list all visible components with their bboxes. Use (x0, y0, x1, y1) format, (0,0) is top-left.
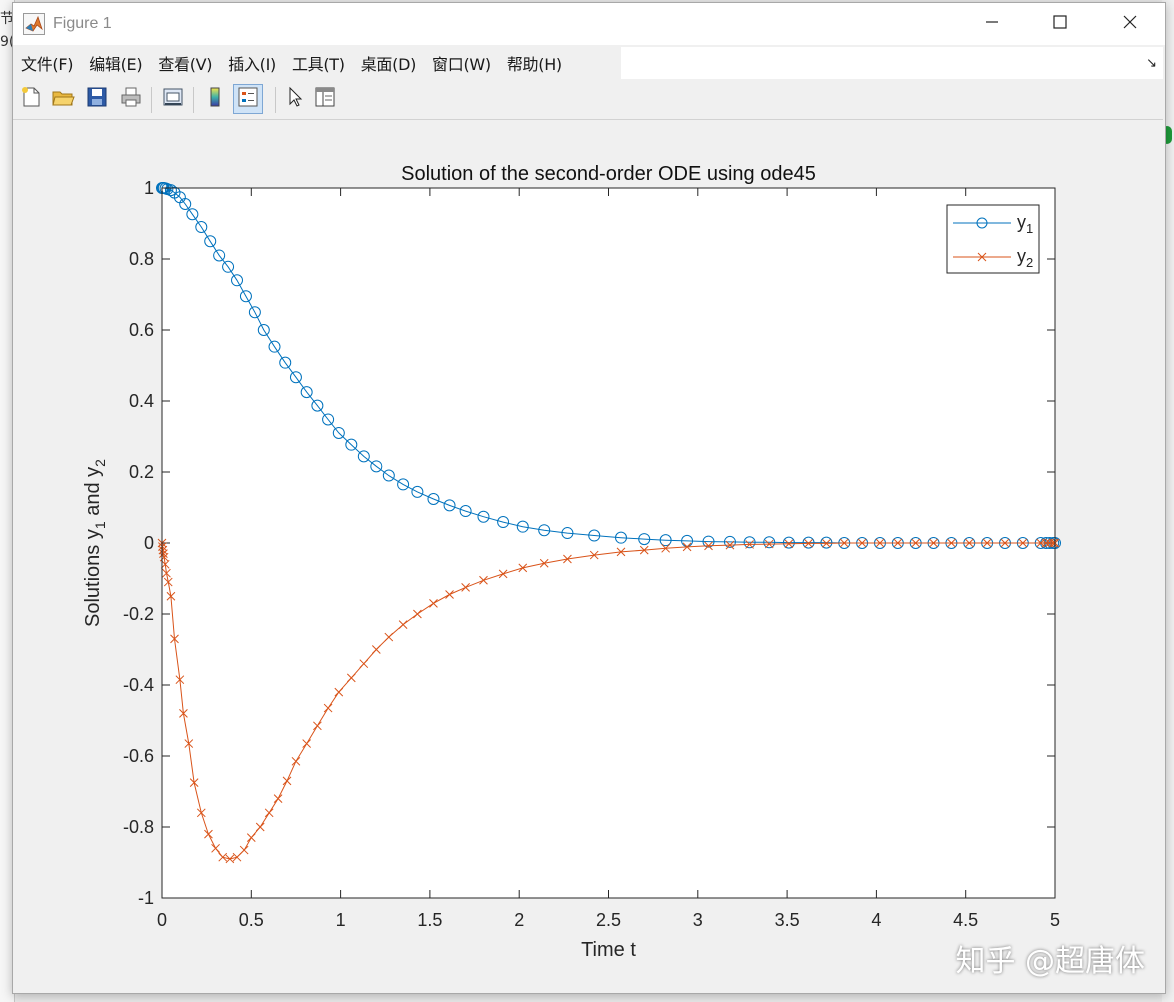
x-tick-label: 0 (157, 910, 167, 930)
edit-plot-arrow-icon (283, 85, 307, 113)
y-tick-label: -0.4 (123, 675, 154, 695)
y-tick-label: 0.4 (129, 391, 154, 411)
x-tick-label: 2.5 (596, 910, 621, 930)
open-file-icon (51, 85, 75, 113)
menu-help[interactable]: 帮助(H) (499, 51, 570, 75)
colorbar-button[interactable] (201, 85, 229, 113)
menu-file[interactable]: 文件(F) (13, 51, 81, 75)
legend-label-base: y (1017, 246, 1026, 266)
legend-label-base: y (1017, 212, 1026, 232)
figure-window: Figure 1 文件(F) 编辑(E) 查看(V) 插入(I) 工具(T) 桌… (12, 2, 1166, 994)
minimize-button[interactable] (957, 3, 1027, 45)
menu-tools[interactable]: 工具(T) (284, 51, 353, 75)
toolbar-separator (275, 87, 276, 113)
menu-edit[interactable]: 编辑(E) (81, 51, 150, 75)
x-tick-label: 3 (693, 910, 703, 930)
toolbar (13, 81, 1163, 120)
menu-insert[interactable]: 插入(I) (220, 51, 284, 75)
title-bar[interactable]: Figure 1 (13, 3, 1165, 45)
menu-view[interactable]: 查看(V) (150, 51, 220, 75)
legend-label-sub: 1 (1026, 221, 1033, 236)
y-axis-label-part: Solutions y (82, 529, 104, 627)
maximize-button[interactable] (1025, 3, 1095, 45)
x-tick-label: 4 (871, 910, 881, 930)
legend-icon (236, 85, 260, 113)
matlab-icon (23, 13, 45, 35)
window-title: Figure 1 (53, 15, 112, 32)
save-button[interactable] (83, 85, 111, 113)
y-axis-label-subscript: 1 (92, 521, 108, 529)
y-tick-label: -0.8 (123, 817, 154, 837)
chart-title: Solution of the second-order ODE using o… (401, 163, 816, 185)
close-icon (1122, 14, 1138, 34)
y-tick-label: -0.6 (123, 746, 154, 766)
y-tick-label: 0.6 (129, 320, 154, 340)
save-icon (85, 85, 109, 113)
x-tick-label: 2 (514, 910, 524, 930)
property-inspector-icon (313, 85, 337, 113)
x-tick-label: 5 (1050, 910, 1060, 930)
edit-plot-button[interactable] (281, 85, 309, 113)
y-tick-label: -1 (138, 888, 154, 908)
toolbar-separator (151, 87, 152, 113)
watermark: 知乎 @超唐体 (955, 944, 1145, 979)
property-inspector-button[interactable] (311, 85, 339, 113)
y-tick-label: 0.8 (129, 249, 154, 269)
new-figure-icon (19, 85, 43, 113)
new-figure-button[interactable] (17, 85, 45, 113)
colorbar-icon (203, 85, 227, 113)
figure-canvas[interactable]: 0 0.5 1 1.5 2 2.5 3 3.5 4 4.5 5 1 0.8 0.6 0.4 0.2 0 -0.2 -… (13, 120, 1163, 992)
y-tick-label: 0.2 (129, 462, 154, 482)
toolbar-separator (193, 87, 194, 113)
x-tick-label: 4.5 (953, 910, 978, 930)
print-button[interactable] (117, 85, 145, 113)
ode-plot[interactable]: 0 0.5 1 1.5 2 2.5 3 3.5 4 4.5 5 1 0.8 0.6 0.4 0.2 0 -0.2 -… (13, 120, 1163, 992)
dock-arrow-icon[interactable]: ↘ (1146, 56, 1157, 71)
legend-button[interactable] (233, 84, 263, 114)
menu-desktop[interactable]: 桌面(D) (353, 51, 424, 75)
x-tick-label: 3.5 (775, 910, 800, 930)
y-axis-label-subscript: 2 (92, 459, 108, 467)
menu-bar: 文件(F) 编辑(E) 查看(V) 插入(I) 工具(T) 桌面(D) 窗口(W… (13, 47, 1163, 79)
menu-window[interactable]: 窗口(W) (424, 51, 499, 75)
y-tick-label: -0.2 (123, 604, 154, 624)
y-tick-label: 0 (144, 533, 154, 553)
x-tick-label: 0.5 (239, 910, 264, 930)
legend[interactable]: y1 y2 (946, 204, 1040, 274)
link-plot-icon (161, 85, 185, 113)
print-icon (119, 85, 143, 113)
x-tick-label: 1.5 (417, 910, 442, 930)
x-tick-label: 1 (336, 910, 346, 930)
link-plot-button[interactable] (159, 85, 187, 113)
x-axis-label: Time t (581, 939, 636, 961)
menu-items: 文件(F) 编辑(E) 查看(V) 插入(I) 工具(T) 桌面(D) 窗口(W… (13, 47, 621, 79)
y-axis-label: Solutions y1 and y2 (82, 459, 108, 627)
maximize-icon (1052, 14, 1068, 34)
legend-label-sub: 2 (1026, 255, 1033, 270)
minimize-icon (984, 14, 1000, 34)
close-button[interactable] (1095, 3, 1165, 45)
open-file-button[interactable] (49, 85, 77, 113)
y-tick-label: 1 (144, 178, 154, 198)
y-axis-label-part: and y (82, 467, 104, 521)
